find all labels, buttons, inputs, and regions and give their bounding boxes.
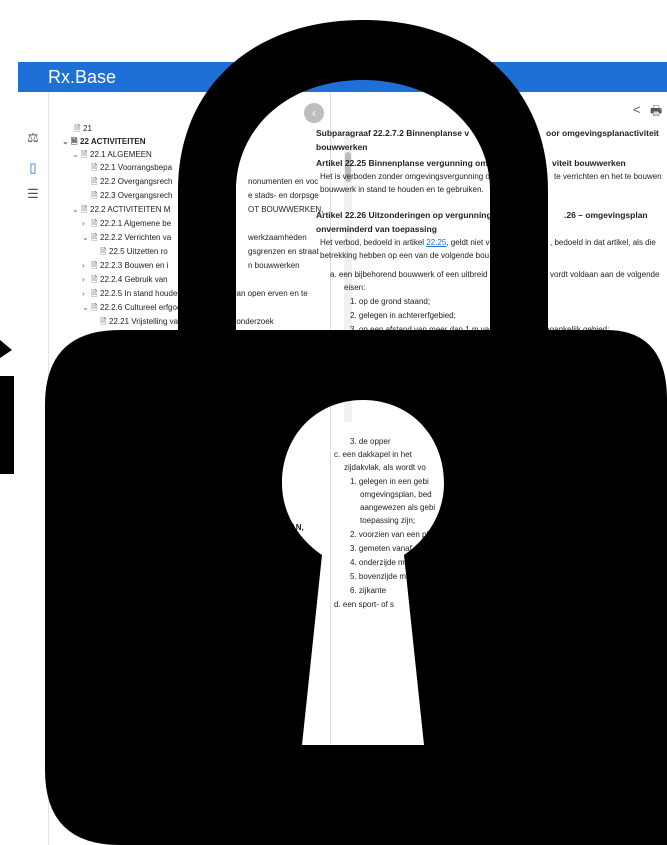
arrow-fragment-icon [0, 340, 12, 358]
padlock-icon [0, 20, 667, 845]
padlock-overlay [0, 0, 667, 845]
edge-fragment-icon [0, 376, 14, 474]
padlock-shackle [178, 20, 548, 360]
padlock-body [45, 330, 667, 845]
